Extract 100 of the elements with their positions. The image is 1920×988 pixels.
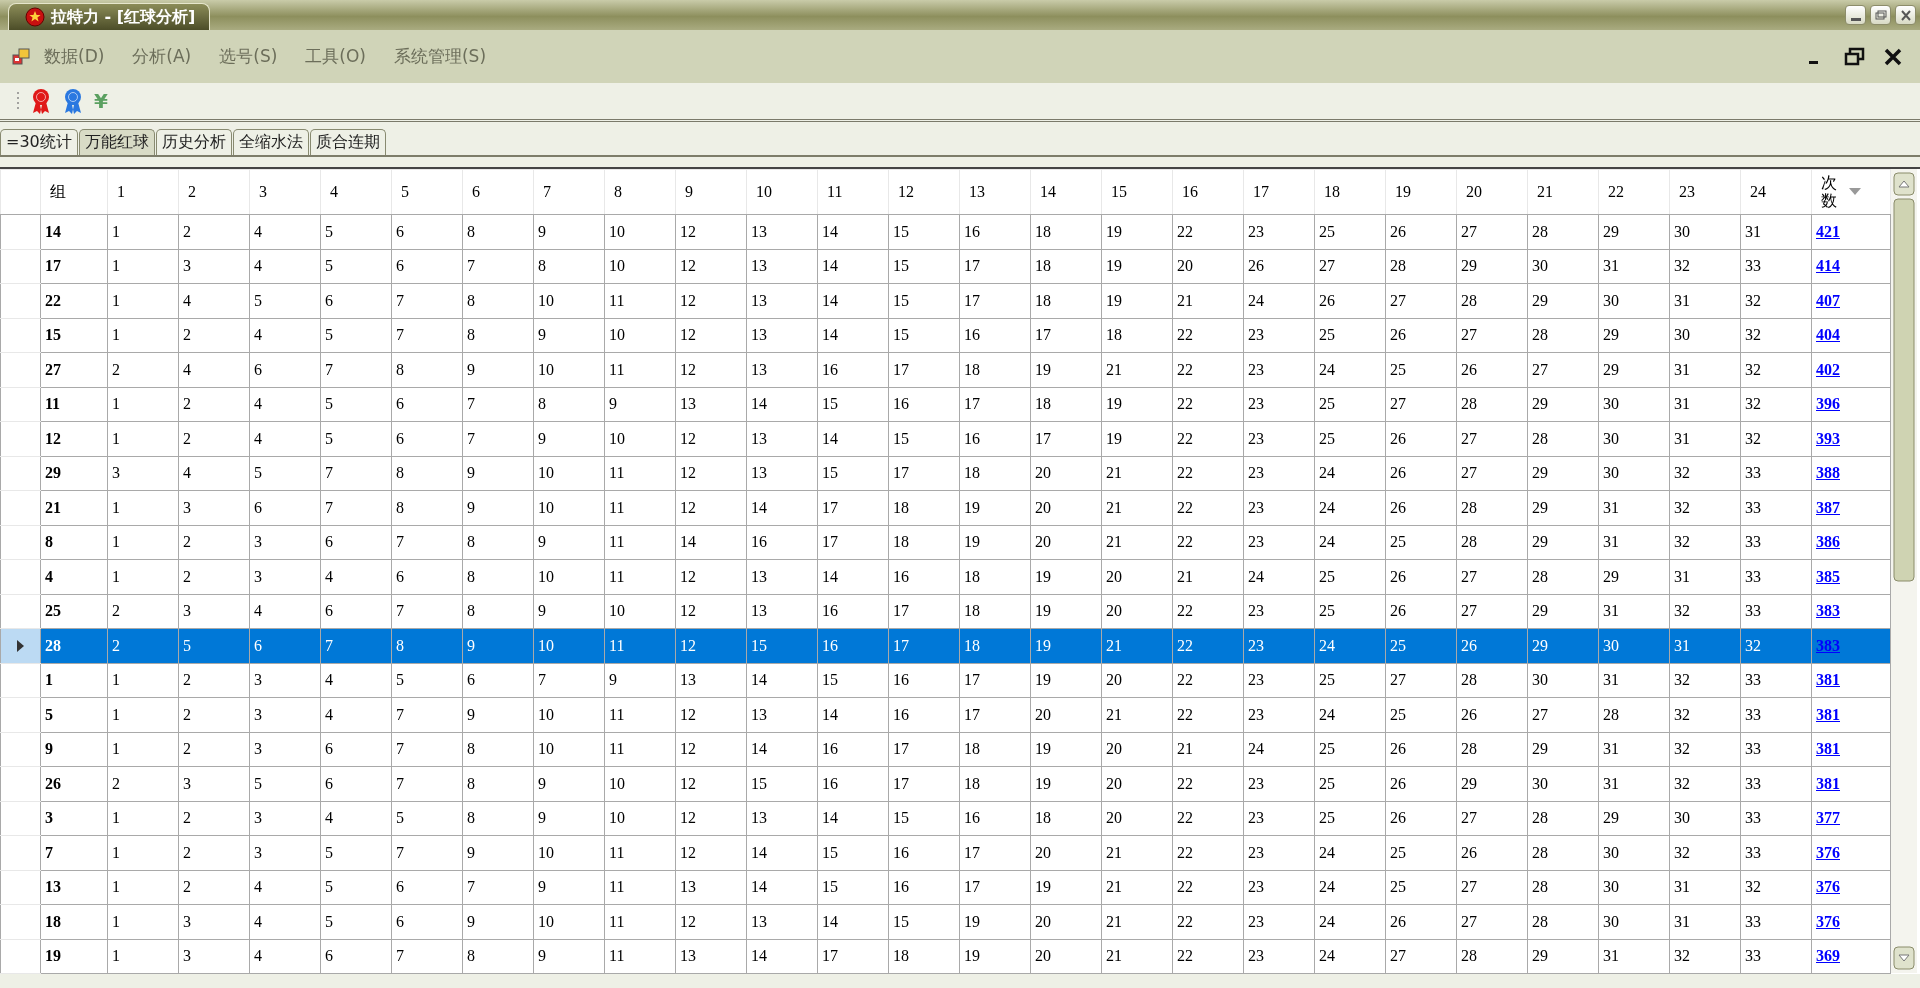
- table-cell: 13: [680, 878, 696, 896]
- column-header[interactable]: 组: [50, 183, 66, 200]
- table-cell: 10: [538, 843, 554, 861]
- table-cell: 1: [112, 395, 120, 413]
- column-header[interactable]: 8: [614, 183, 622, 200]
- column-header[interactable]: 6: [472, 183, 480, 200]
- count-link[interactable]: 385: [1816, 567, 1840, 585]
- menu-item[interactable]: 选号(S): [205, 43, 292, 70]
- count-link[interactable]: 369: [1816, 947, 1840, 965]
- table-cell: 14: [751, 395, 767, 413]
- table-cell: 24: [1319, 360, 1335, 378]
- column-header[interactable]: 7: [543, 183, 551, 200]
- column-header[interactable]: 21: [1537, 183, 1553, 200]
- table-cell: 12: [680, 291, 696, 309]
- column-header[interactable]: 16: [1182, 183, 1198, 200]
- table-cell: 27: [1390, 671, 1406, 689]
- count-link[interactable]: 396: [1816, 395, 1840, 413]
- count-link[interactable]: 381: [1816, 671, 1840, 689]
- count-link[interactable]: 377: [1816, 809, 1840, 827]
- count-link[interactable]: 402: [1816, 360, 1840, 378]
- table-cell: 18: [893, 947, 909, 965]
- count-link[interactable]: 414: [1816, 257, 1840, 275]
- tab[interactable]: 万能红球: [78, 129, 155, 155]
- table-cell: 26: [1390, 774, 1406, 792]
- window-list-icon[interactable]: [12, 47, 30, 66]
- table-cell: 20: [1035, 498, 1051, 516]
- group-number: 27: [45, 360, 61, 378]
- column-header[interactable]: 17: [1253, 183, 1269, 200]
- ribbon-icon[interactable]: [30, 88, 52, 114]
- table-cell: 27: [1461, 912, 1477, 930]
- table-cell: 20: [1106, 740, 1122, 758]
- table-cell: 11: [609, 740, 625, 758]
- table-cell: 25: [1319, 222, 1335, 240]
- column-header[interactable]: 12: [898, 183, 914, 200]
- close-button[interactable]: [1882, 46, 1904, 68]
- count-link[interactable]: 393: [1816, 429, 1840, 447]
- tab[interactable]: 质合连期: [309, 129, 386, 155]
- count-link[interactable]: 376: [1816, 843, 1840, 861]
- toolbar-grip[interactable]: [16, 90, 20, 112]
- menu-item[interactable]: 系统管理(S): [380, 43, 501, 70]
- ribbon-icon[interactable]: [62, 88, 84, 114]
- table-cell: 3: [254, 809, 262, 827]
- table-cell: 18: [964, 464, 980, 482]
- table-cell: 20: [1035, 705, 1051, 723]
- count-link[interactable]: 383: [1816, 602, 1840, 620]
- count-link[interactable]: 381: [1816, 740, 1840, 758]
- count-link[interactable]: 407: [1816, 291, 1840, 309]
- column-header[interactable]: 14: [1040, 183, 1056, 200]
- table-cell: 24: [1319, 464, 1335, 482]
- table-cell: 5: [325, 326, 333, 344]
- column-header[interactable]: 5: [401, 183, 409, 200]
- column-header[interactable]: 22: [1608, 183, 1624, 200]
- column-header[interactable]: 19: [1395, 183, 1411, 200]
- table-cell: 33: [1745, 533, 1761, 551]
- table-cell: 6: [254, 636, 262, 654]
- column-header[interactable]: 4: [330, 183, 338, 200]
- table-cell: 19: [1106, 429, 1122, 447]
- table-cell: 12: [680, 567, 696, 585]
- minimize-button[interactable]: [1845, 5, 1866, 25]
- group-number: 15: [45, 326, 61, 344]
- column-header[interactable]: 次数: [1821, 174, 1837, 210]
- table-cell: 1: [112, 222, 120, 240]
- count-link[interactable]: 381: [1816, 774, 1840, 792]
- count-link[interactable]: 381: [1816, 705, 1840, 723]
- column-header[interactable]: 2: [188, 183, 196, 200]
- count-link[interactable]: 376: [1816, 912, 1840, 930]
- table-cell: 6: [254, 498, 262, 516]
- column-header[interactable]: 10: [756, 183, 772, 200]
- vertical-scrollbar[interactable]: [1891, 169, 1917, 973]
- table-cell: 6: [325, 533, 333, 551]
- tab[interactable]: =30统计: [0, 129, 78, 155]
- count-link[interactable]: 404: [1816, 326, 1840, 344]
- column-header[interactable]: 18: [1324, 183, 1340, 200]
- close-button[interactable]: [1895, 5, 1916, 25]
- tab[interactable]: 全缩水法: [232, 129, 309, 155]
- column-header[interactable]: 11: [827, 183, 843, 200]
- table-cell: 29: [1532, 533, 1548, 551]
- count-link[interactable]: 376: [1816, 878, 1840, 896]
- table-cell: 12: [680, 774, 696, 792]
- menu-item[interactable]: 数据(D): [30, 43, 119, 70]
- table-cell: 28: [1603, 705, 1619, 723]
- column-header[interactable]: 3: [259, 183, 267, 200]
- table-cell: 29: [1532, 636, 1548, 654]
- count-link[interactable]: 388: [1816, 464, 1840, 482]
- column-header[interactable]: 13: [969, 183, 985, 200]
- count-link[interactable]: 421: [1816, 222, 1840, 240]
- column-header[interactable]: 20: [1466, 183, 1482, 200]
- table-cell: 4: [254, 395, 262, 413]
- tab[interactable]: 历史分析: [155, 129, 232, 155]
- count-link[interactable]: 387: [1816, 498, 1840, 516]
- count-link[interactable]: 386: [1816, 533, 1840, 551]
- column-header[interactable]: 24: [1750, 183, 1766, 200]
- restore-button[interactable]: [1844, 46, 1866, 68]
- table-cell: 2: [183, 395, 191, 413]
- table-cell: 7: [538, 671, 546, 689]
- column-header[interactable]: 23: [1679, 183, 1695, 200]
- table-cell: 32: [1745, 878, 1761, 896]
- column-header[interactable]: 9: [685, 183, 693, 200]
- column-header[interactable]: 15: [1111, 183, 1127, 200]
- column-header[interactable]: 1: [117, 183, 125, 200]
